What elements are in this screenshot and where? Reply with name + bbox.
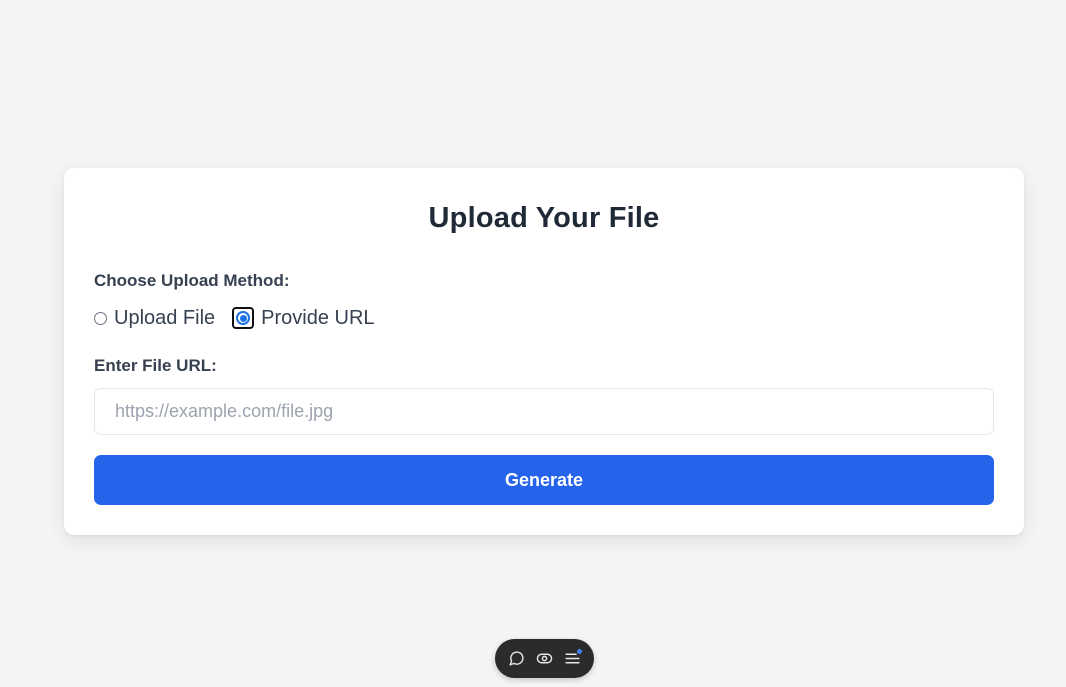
page-title: Upload Your File xyxy=(428,202,660,234)
notification-dot xyxy=(577,648,583,654)
file-url-input[interactable] xyxy=(94,388,994,435)
eye-icon xyxy=(536,653,553,664)
file-url-label: Enter File URL: xyxy=(94,356,217,375)
radio-focus-ring xyxy=(232,307,255,329)
upload-method-radio-group: Upload File Provide URL xyxy=(94,306,392,330)
provide-url-radio-label: Provide URL xyxy=(261,306,375,329)
upload-card: Upload Your File Choose Upload Method: U… xyxy=(64,168,1024,535)
upload-file-radio-label: Upload File xyxy=(114,306,216,329)
preview-button[interactable] xyxy=(533,648,555,670)
upload-file-radio[interactable] xyxy=(94,311,107,325)
generate-button[interactable]: Generate xyxy=(94,455,994,505)
comment-button[interactable] xyxy=(506,648,528,670)
comment-icon xyxy=(509,651,524,666)
radio-option-upload-file[interactable]: Upload File xyxy=(94,307,215,330)
menu-button[interactable] xyxy=(561,648,583,670)
floating-toolbar xyxy=(495,639,594,678)
upload-method-label: Choose Upload Method: xyxy=(94,271,290,290)
radio-option-provide-url[interactable]: Provide URL xyxy=(232,306,375,330)
provide-url-radio[interactable] xyxy=(236,311,251,325)
